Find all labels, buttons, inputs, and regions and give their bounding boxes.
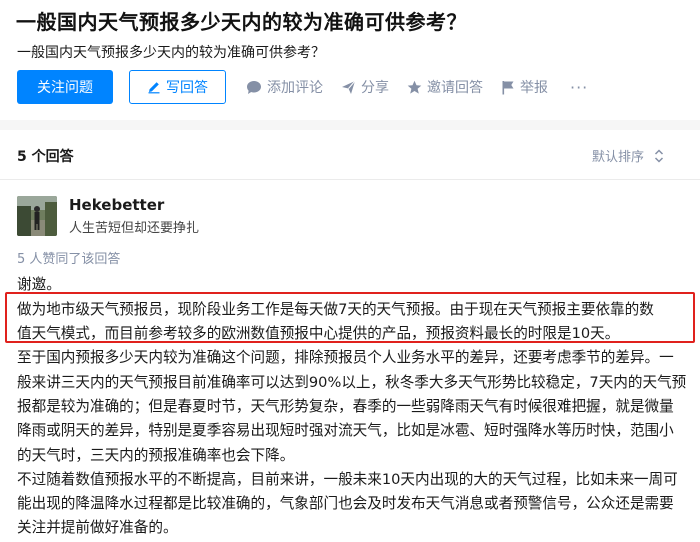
write-answer-label: 写回答 (166, 79, 208, 95)
share-label: 分享 (361, 80, 389, 96)
question-description: 一般国内天气预报多少天内的较为准确可供参考？ (17, 45, 325, 61)
write-answer-button[interactable]: 写回答 (129, 70, 226, 104)
answer-highlight-line: 值天气模式，而目前参考较多的欧洲数值预报中心提供的产品，预报资料最长的时限是10… (17, 325, 620, 343)
pencil-icon (148, 82, 160, 94)
follow-question-button[interactable]: 关注问题 (17, 70, 113, 104)
answer-highlight-line: 做为地市级天气预报员，现阶段业务工作是每天做7天的天气预报。由于现在天气预报主要… (17, 300, 654, 318)
author-bio: 人生苦短但却还要挣扎 (69, 221, 200, 236)
invite-answer-label: 邀请回答 (427, 80, 483, 96)
answers-header: 5 个回答 默认排序 (0, 130, 700, 180)
answers-card: 5 个回答 默认排序 Hekebetter 人生苦短但却还要挣扎 5 人赞同了该… (0, 130, 700, 542)
sort-icon (654, 148, 664, 163)
comment-icon (247, 80, 261, 94)
share-button[interactable]: 分享 (341, 77, 389, 97)
star-icon (407, 80, 422, 94)
avatar[interactable] (17, 196, 57, 236)
share-icon (342, 80, 356, 94)
vote-count: 5 人赞同了该回答 (17, 252, 121, 267)
answer-paragraph: 谢邀。 (17, 276, 61, 293)
add-comment-button[interactable]: 添加评论 (246, 77, 323, 97)
report-label: 举报 (520, 80, 548, 96)
sort-label: 默认排序 (591, 150, 644, 165)
question-actions: 关注问题 写回答 添加评论 分享 邀请回答 举报 ··· (17, 70, 588, 104)
question-title: 一般国内天气预报多少天内的较为准确可供参考？ (16, 10, 467, 34)
answer-paragraph: 不过随着数值预报水平的不断提高，目前来讲，一般未来10天内出现的大的天气过程，比… (17, 470, 678, 537)
add-comment-label: 添加评论 (267, 80, 323, 96)
answer-content: 谢邀。 做为地市级天气预报员，现阶段业务工作是每天做7天的天气预报。由于现在天气… (17, 273, 687, 541)
report-button[interactable]: 举报 (501, 77, 548, 97)
invite-answer-button[interactable]: 邀请回答 (407, 77, 483, 97)
author-name[interactable]: Hekebetter (69, 196, 164, 214)
sort-dropdown[interactable]: 默认排序 (592, 146, 664, 165)
question-header: 一般国内天气预报多少天内的较为准确可供参考？ 一般国内天气预报多少天内的较为准确… (0, 0, 700, 120)
more-icon[interactable]: ··· (570, 78, 588, 97)
flag-icon (502, 80, 514, 94)
answers-count: 5 个回答 (17, 149, 74, 165)
answer-paragraph: 做为地市级天气预报员，现阶段业务工作是每天做7天的天气预报。由于现在天气预报主要… (17, 298, 687, 347)
answer-paragraph: 至于国内预报多少天内较为准确这个问题，排除预报员个人业务水平的差异，还要考虑季节… (17, 349, 687, 464)
